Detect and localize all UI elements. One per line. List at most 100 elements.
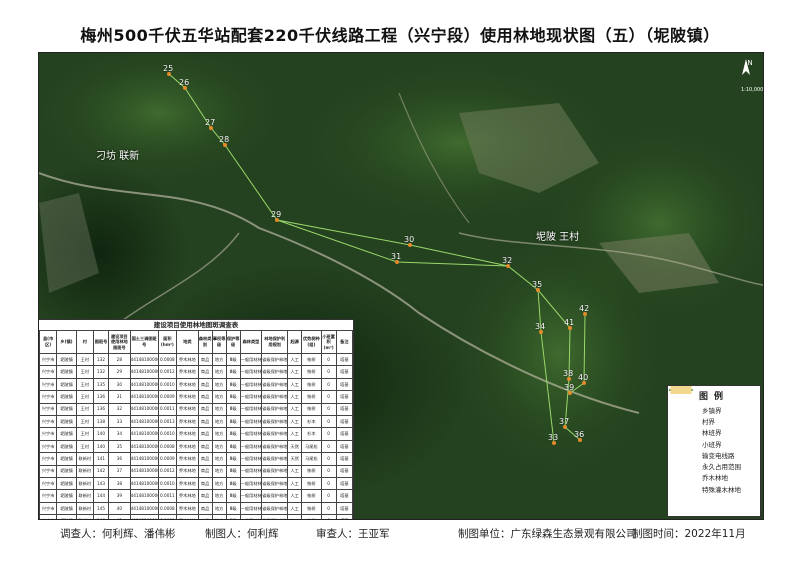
table-cell: 143 [92,476,110,491]
tower-label: 36 [574,430,585,439]
table-cell: 0.0012 [157,365,178,379]
table-cell: 兴宁市 [39,352,58,367]
table-cell: 36 [108,452,131,466]
table-cell: 商品 [197,427,213,441]
north-arrow: N 1:10,000 [741,59,764,93]
table-cell: 33 [108,414,131,429]
table-cell: 坭陂镇 [56,365,77,379]
table-cell: 商品 [197,439,213,454]
table-cell: Ⅲ级 [225,365,241,379]
table-cell: 0 [320,439,337,454]
tower-label: 42 [579,304,590,313]
table-cell: 0 [320,402,337,416]
table-cell: 坭陂镇 [56,452,77,466]
table-header: 备注 [335,330,353,354]
legend-label: 乡镇界 [702,406,722,415]
table-cell: 4414810000000000 [129,476,159,491]
table-cell: 人工 [287,390,303,404]
table-cell: 兴宁市 [39,489,58,503]
table-cell: 联新村 [75,489,94,503]
table-row: 兴宁市坭陂镇联新村1433844148100000000000.0010乔木林地… [39,476,353,491]
table-cell: 一般用材林 [239,414,263,429]
table-cell: Ⅲ级 [225,452,241,466]
table-cell: 乔木林地 [176,452,199,466]
legend-symbol [670,386,698,493]
table-cell: 地方 [211,402,227,416]
legend-label: 林班界 [702,429,722,438]
table-cell: 0 [320,476,337,491]
table-cell: 商品 [197,365,213,379]
table-cell: 兴宁市 [39,390,58,404]
table-cell: 人工 [287,489,303,503]
table-header: 图斑号 [92,330,110,354]
satellite-map[interactable]: N 1:10,000 刁坊 联新 坭陂 王村 25 26 27 28 29 30 31 32 35… [38,52,764,520]
table-cell: 乔木林地 [176,489,199,503]
north-arrow-icon [742,59,750,75]
tower-label: 39 [564,383,575,392]
table-cell: 地方 [211,452,227,466]
tower-label: 34 [535,322,546,331]
table-header: 建设项目使用林地图斑号 [108,330,131,354]
table-cell: 地方 [211,476,227,491]
table-row: 兴宁市坭陂镇王村1383344148100000000000.0013乔木林地商… [39,414,353,429]
table-cell: 省级保护林地 [261,464,289,478]
table-cell: 人工 [287,427,303,441]
table-cell: 天然 [287,452,303,466]
table-cell: 0.0008 [157,439,178,454]
table-cell: 兴宁市 [39,439,58,454]
table-cell: 商品 [197,414,213,429]
tower-label: 31 [391,252,402,261]
table-cell: 商品 [197,501,213,516]
table-cell: 乔木林地 [176,476,199,491]
table-cell: 0.0013 [157,414,178,429]
table-cell: 桉树 [301,402,322,416]
table-cell: 132 [92,352,110,367]
table-cell: 省级保护林地 [261,414,289,429]
table-cell: 王村 [75,439,94,454]
village-label: 坭陂 王村 [536,232,580,243]
table-cell: 0 [320,377,337,392]
table-cell: 塔基 [335,402,353,416]
table-cell: 0.0012 [157,464,178,478]
table-header: 起源 [287,330,303,354]
table-cell: 桉树 [301,501,322,516]
table-cell: 商品 [197,489,213,503]
table-cell: 29 [108,365,131,379]
table-cell: 坭陂镇 [56,402,77,416]
tower-label: 28 [219,135,230,144]
legend-symbol [669,389,698,448]
table-cell: 省级保护林地 [261,352,289,367]
table-cell: 4414810000000000 [129,390,159,404]
footer-org: 制图单位：广东绿森生态景观有限公司 [458,528,637,540]
tower-label: 30 [404,235,415,244]
table-cell: 地方 [211,427,227,441]
table-cell: 0 [320,365,337,379]
table-cell: 一般用材林 [239,365,263,379]
table-cell: 省级保护林地 [261,402,289,416]
table-cell: 乔木林地 [176,352,199,367]
legend-label: 乔木林地 [702,474,728,483]
legend-label: 小班界 [702,440,722,449]
table-cell: 地方 [211,377,227,392]
table-cell: 4414810000000000 [129,414,159,429]
legend-symbol [670,386,698,470]
table-cell: 一般用材林 [239,489,263,503]
table-cell: 人工 [287,476,303,491]
table-cell: 王村 [75,402,94,416]
table-cell: 王村 [75,390,94,404]
tower-label: 40 [578,373,589,382]
map-scale: 1:10,000 [741,87,764,93]
village-label: 刁坊 联新 [96,151,140,162]
table-cell: 塔基 [335,452,353,466]
table-cell: 桉树 [301,464,322,478]
table-cell: 兴宁市 [39,464,58,478]
table-cell: Ⅲ级 [225,489,241,503]
table-header: 优势树种(组) [301,330,322,354]
table-cell: 兴宁市 [39,514,58,519]
table-cell: 兴宁市 [39,365,58,379]
table-cell: 140 [92,427,110,441]
table-cell: 杉木 [301,427,322,441]
table-cell: 乔木林地 [176,501,199,516]
table-cell: 0 [320,352,337,367]
table-cell: 地方 [211,365,227,379]
